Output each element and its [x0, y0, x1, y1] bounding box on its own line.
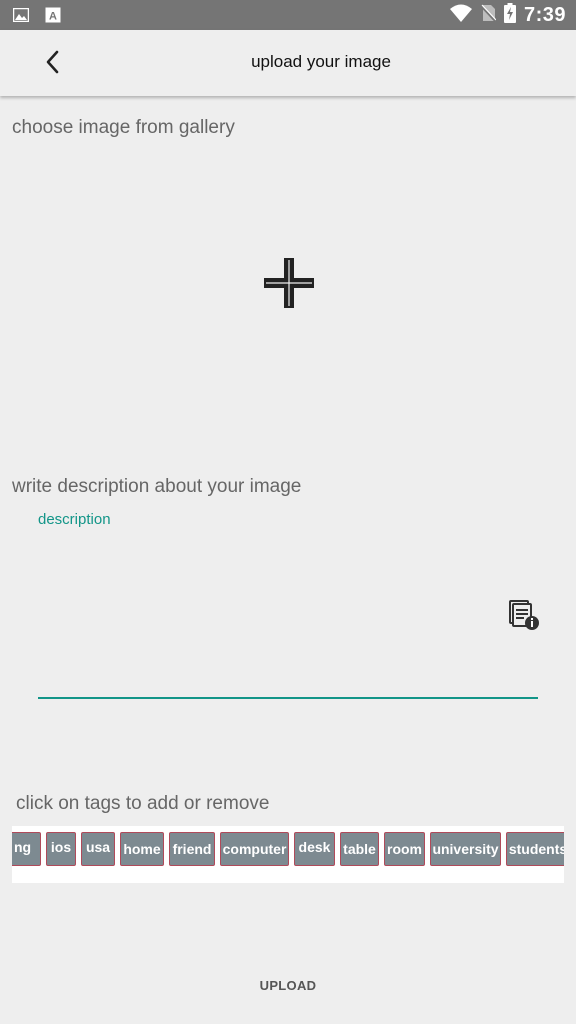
image-icon — [12, 6, 30, 24]
tags-label: click on tags to add or remove — [16, 793, 270, 814]
document-info-icon — [509, 600, 539, 630]
a-text-icon: A — [44, 6, 62, 24]
tag-chip[interactable]: usa — [81, 832, 115, 866]
tag-chip[interactable]: students — [506, 832, 564, 866]
no-sim-icon — [480, 4, 497, 27]
tag-chip[interactable]: computer — [220, 832, 289, 866]
description-field-label: description — [38, 511, 111, 528]
tag-chip[interactable]: ios — [46, 832, 76, 866]
description-underline — [38, 697, 538, 699]
clock-time: 7:39 — [523, 3, 566, 26]
wifi-icon — [449, 4, 472, 27]
tag-chip[interactable]: ng — [12, 832, 41, 866]
tags-list: ng ios usa home friend computer desk tab… — [12, 832, 564, 866]
status-bar: A 7:39 — [0, 0, 576, 30]
tag-chip[interactable]: desk — [294, 832, 335, 866]
tag-chip[interactable]: table — [340, 832, 379, 866]
upload-button[interactable]: UPLOAD — [0, 978, 576, 993]
tag-chip[interactable]: room — [384, 832, 425, 866]
plus-icon — [264, 258, 314, 308]
page-title: upload your image — [251, 52, 391, 71]
tag-chip[interactable]: friend — [169, 832, 215, 866]
battery-charging-icon — [503, 2, 516, 28]
description-input[interactable] — [38, 532, 522, 686]
description-info-button[interactable] — [507, 598, 541, 632]
add-image-button[interactable] — [262, 256, 316, 310]
tag-chip[interactable]: home — [120, 832, 164, 866]
tag-chip[interactable]: university — [430, 832, 501, 866]
app-bar: upload your image — [0, 30, 576, 96]
description-section-label: write description about your image — [12, 476, 302, 497]
gallery-label: choose image from gallery — [12, 117, 235, 138]
svg-text:A: A — [49, 11, 57, 23]
tags-scroller[interactable]: ng ios usa home friend computer desk tab… — [12, 826, 564, 883]
